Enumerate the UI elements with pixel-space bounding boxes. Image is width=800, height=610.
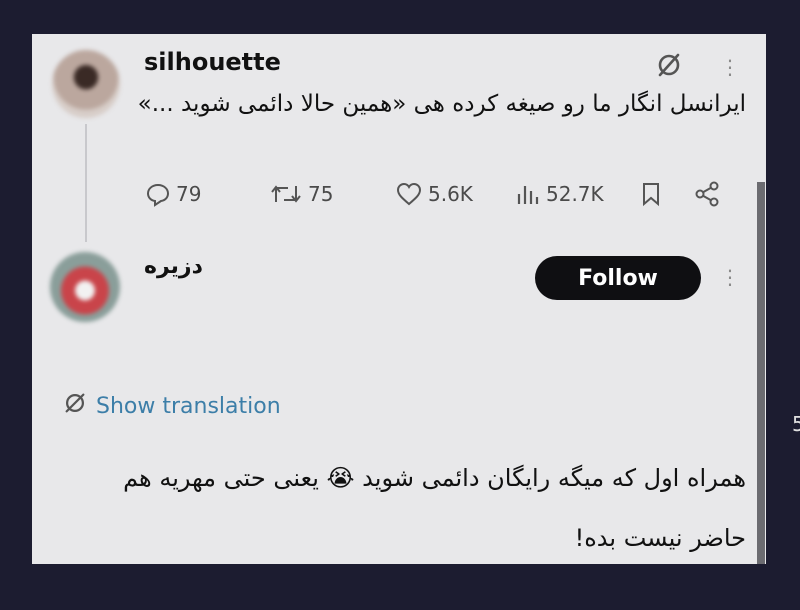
reply-avatar[interactable] <box>50 252 120 322</box>
more-vertical-icon[interactable]: ⋮ <box>720 52 740 82</box>
post-text: ایرانسل انگار ما رو صیغه کرده هی «همین ح… <box>137 91 746 117</box>
retweet-icon <box>268 180 304 208</box>
like-button[interactable]: 5.6K <box>394 174 473 214</box>
reply-username[interactable]: دزیره <box>144 254 203 279</box>
reply-count: 79 <box>176 182 202 206</box>
show-translation-label: Show translation <box>96 393 281 419</box>
reply-text: همراه اول که میگه رایگان دائمی شوید 😭 یع… <box>123 464 746 552</box>
reply-icon <box>144 180 172 208</box>
views-count: 52.7K <box>546 182 604 206</box>
show-translation-link[interactable]: Show translation <box>62 390 281 422</box>
bookmark-button[interactable] <box>638 174 664 214</box>
edge-text: 5 <box>792 412 800 436</box>
avatar[interactable] <box>52 50 120 118</box>
follow-button[interactable]: Follow <box>535 256 701 300</box>
translate-icon <box>62 390 88 422</box>
retweet-button[interactable]: 75 <box>268 174 333 214</box>
reply-button[interactable]: 79 <box>144 174 201 214</box>
username[interactable]: silhouette <box>144 48 281 76</box>
heart-icon <box>394 180 424 208</box>
views-button[interactable]: 52.7K <box>514 174 604 214</box>
like-count: 5.6K <box>428 182 473 206</box>
thread-line <box>85 124 87 242</box>
translate-icon[interactable] <box>652 50 686 80</box>
action-bar: 79 75 5.6K 52.7K <box>144 174 744 214</box>
more-vertical-icon[interactable]: ⋮ <box>720 262 740 292</box>
share-icon <box>692 180 722 208</box>
bookmark-icon <box>638 180 664 208</box>
scrollbar[interactable] <box>757 182 765 564</box>
views-icon <box>514 180 542 208</box>
retweet-count: 75 <box>308 182 334 206</box>
tweet-card: silhouette ⋮ ایرانسل انگار ما رو صیغه کر… <box>32 34 766 564</box>
share-button[interactable] <box>692 174 722 214</box>
